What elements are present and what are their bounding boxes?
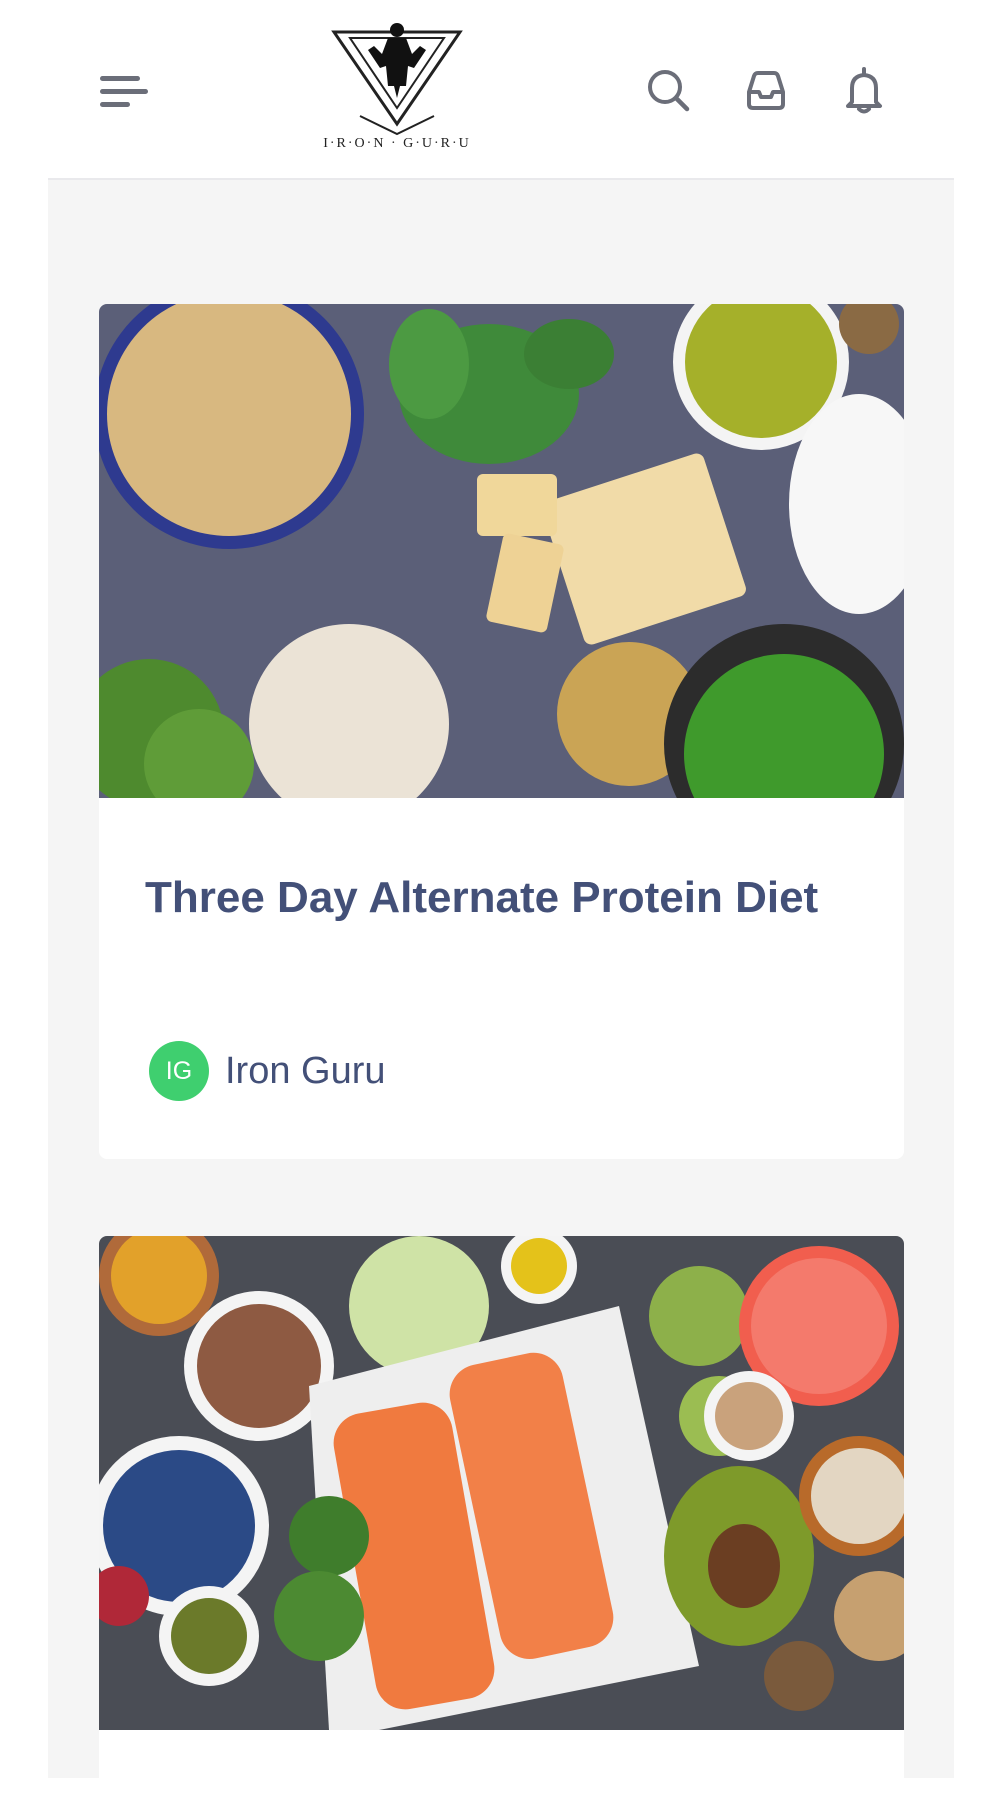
- post-author[interactable]: IG Iron Guru: [149, 1040, 386, 1102]
- post-image[interactable]: [99, 304, 904, 798]
- post-image[interactable]: [99, 1236, 904, 1730]
- menu-icon[interactable]: [100, 72, 148, 112]
- logo-emblem-icon: [331, 23, 463, 136]
- iron-guru-logo[interactable]: I·R·O·N · G·U·R·U: [323, 20, 469, 156]
- post-title[interactable]: Three Day Alternate Protein Diet: [145, 864, 845, 932]
- post-card[interactable]: Three Day Alternate Protein Diet IG Iron…: [99, 304, 904, 1159]
- author-name: Iron Guru: [225, 1049, 386, 1092]
- bell-icon[interactable]: [838, 64, 890, 116]
- post-card[interactable]: [99, 1236, 904, 1796]
- avatar: IG: [149, 1041, 209, 1101]
- logo-text: I·R·O·N · G·U·R·U: [323, 136, 471, 151]
- top-header: I·R·O·N · G·U·R·U: [48, 0, 954, 180]
- app-container: I·R·O·N · G·U·R·U Three Day Alternate Pr…: [48, 0, 954, 1796]
- search-icon[interactable]: [642, 64, 694, 116]
- inbox-icon[interactable]: [740, 64, 792, 116]
